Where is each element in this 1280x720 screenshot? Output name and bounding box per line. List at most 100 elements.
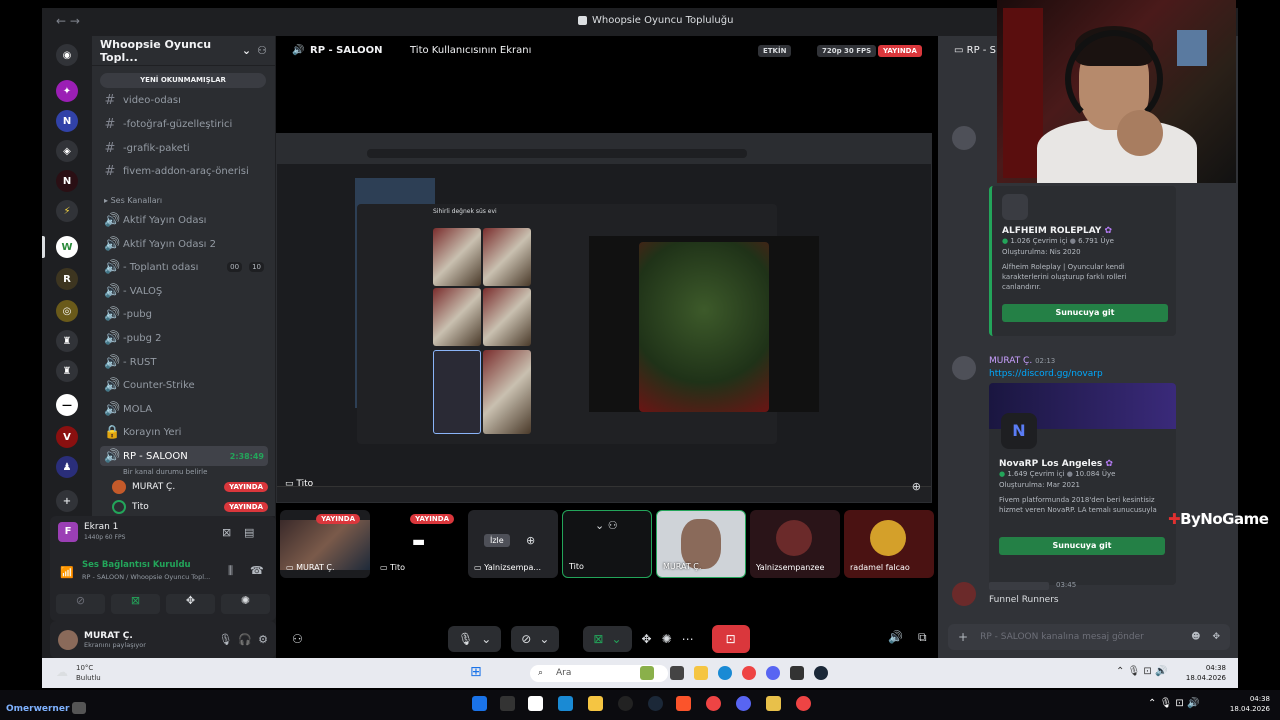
- chrome-icon[interactable]: [706, 696, 721, 711]
- gear-icon[interactable]: ⚙: [258, 633, 268, 646]
- server-icon[interactable]: R: [56, 268, 78, 290]
- server-icon[interactable]: ♜: [56, 360, 78, 382]
- channel-text[interactable]: # fivem-addon-araç-önerisi: [100, 161, 268, 181]
- taskbar-app-icon[interactable]: [640, 666, 654, 680]
- watch-button[interactable]: İzle: [484, 534, 510, 547]
- stop-share-icon[interactable]: ⊠: [222, 526, 231, 539]
- participant-tile[interactable]: radamel falcao: [844, 510, 934, 578]
- invite-icon[interactable]: ⚇: [292, 632, 303, 646]
- windows-start-icon[interactable]: [472, 696, 487, 711]
- system-tray-icons[interactable]: ⌃ 🎙 ⊡ 🔊: [1116, 666, 1167, 677]
- server-icon-whoopsie[interactable]: W: [56, 236, 78, 258]
- discord-home-icon[interactable]: ◉: [56, 44, 78, 66]
- avatar[interactable]: [952, 582, 976, 606]
- windows-start-icon[interactable]: ⊞: [470, 664, 482, 680]
- add-attachment-icon[interactable]: +: [958, 630, 968, 644]
- mic-icon[interactable]: 🎙: [218, 633, 232, 646]
- soundboard-icon[interactable]: ✺: [221, 594, 270, 614]
- taskbar-clock[interactable]: 04:38 18.04.2026: [1186, 663, 1226, 683]
- category-voice[interactable]: ▸ Ses Kanalları: [104, 196, 162, 205]
- camera-button[interactable]: ⊘ ⌄: [511, 626, 560, 652]
- system-tray-icons[interactable]: ⌃ 🎙 ⊡ 🔊: [1148, 698, 1199, 709]
- server-icon[interactable]: ◎: [56, 300, 78, 322]
- steam-icon[interactable]: [814, 666, 828, 680]
- zoom-icon[interactable]: ⊕: [912, 480, 921, 493]
- avatar[interactable]: [58, 629, 78, 650]
- channel-voice[interactable]: 🔊 Aktif Yayın Odası: [100, 210, 268, 230]
- headphones-icon[interactable]: 🎧: [238, 633, 252, 646]
- soundboard-icon[interactable]: ✺: [662, 632, 672, 646]
- channel-voice[interactable]: 🔊 MOLA: [100, 399, 268, 419]
- emoji-icon[interactable]: ☻: [1191, 632, 1200, 642]
- participant-tile[interactable]: YAYINDA ▬ ▭ Tito: [374, 510, 464, 578]
- channel-voice[interactable]: 🔊 - RUST: [100, 352, 268, 372]
- participant-tile[interactable]: ⌄ ⚇ Tito: [562, 510, 652, 578]
- connection-status[interactable]: Ses Bağlantısı Kuruldu: [82, 560, 191, 570]
- connection-location[interactable]: RP - SALOON / Whoopsie Oyuncu Topl...: [82, 573, 210, 581]
- server-icon[interactable]: —: [56, 394, 78, 416]
- channel-voice[interactable]: 🔊 - Toplantı odası 00 10: [100, 257, 268, 277]
- chrome-icon[interactable]: [742, 666, 756, 680]
- participant-tile[interactable]: MURAT Ç.: [656, 510, 746, 578]
- channel-voice[interactable]: 🔊 Counter-Strike: [100, 375, 268, 395]
- popout-icon[interactable]: ⧉: [918, 630, 927, 645]
- message-input[interactable]: + RP - SALOON kanalına mesaj gönder ☻ ✥: [948, 624, 1230, 650]
- channel-text[interactable]: # video-odası: [100, 90, 268, 110]
- channel-voice[interactable]: 🔊 Aktif Yayın Odası 2: [100, 234, 268, 254]
- share-screen-icon[interactable]: ⊠: [111, 594, 160, 614]
- chrome-icon[interactable]: [796, 696, 811, 711]
- server-icon[interactable]: ♜: [56, 330, 78, 352]
- channel-voice[interactable]: 🔊 -pubg: [100, 304, 268, 324]
- more-icon[interactable]: ⋯: [682, 632, 694, 646]
- taskbar-app-icon[interactable]: [500, 696, 515, 711]
- channel-text[interactable]: # -fotoğraf-güzelleştirici: [100, 114, 268, 134]
- share-screen-button[interactable]: ⊠ ⌄: [583, 626, 632, 652]
- back-forward-icon[interactable]: ← →: [56, 14, 80, 28]
- weather-icon[interactable]: ☁: [56, 665, 68, 679]
- channel-status[interactable]: Bir kanal durumu belirle: [123, 468, 207, 476]
- screen-share-video[interactable]: Sihirli değnek süs evi ▭ Tito ⊕: [276, 133, 932, 503]
- channel-voice[interactable]: 🔊 - VALOŞ: [100, 281, 268, 301]
- taskbar-app-icon[interactable]: [618, 696, 633, 711]
- voice-member[interactable]: Tito YAYINDA: [112, 498, 268, 516]
- edge-icon[interactable]: [718, 666, 732, 680]
- voice-member[interactable]: MURAT Ç. YAYINDA: [112, 478, 268, 496]
- add-server-icon[interactable]: +: [56, 490, 78, 512]
- steam-icon[interactable]: [648, 696, 663, 711]
- message-link[interactable]: https://discord.gg/novarp: [989, 369, 1103, 379]
- disconnect-button[interactable]: ⊡: [711, 625, 750, 653]
- disconnect-icon[interactable]: ☎: [250, 564, 264, 577]
- volume-icon[interactable]: 🔊: [888, 630, 903, 644]
- participant-tile[interactable]: İzle ⊕ ▭ Yalnizsempa...: [468, 510, 558, 578]
- server-icon[interactable]: V: [56, 426, 78, 448]
- camera-off-icon[interactable]: ⊘: [56, 594, 105, 614]
- channel-voice-locked[interactable]: 🔒 Korayın Yeri: [100, 422, 268, 442]
- server-icon[interactable]: N: [56, 110, 78, 132]
- apps-icon[interactable]: ✥: [1212, 632, 1220, 642]
- participant-tile[interactable]: YAYINDA ▭ MURAT Ç.: [280, 510, 370, 578]
- server-icon[interactable]: ⚡: [56, 200, 78, 222]
- unread-banner[interactable]: YENİ OKUNMAMIŞLAR: [100, 73, 266, 88]
- join-server-button[interactable]: Sunucuya git: [999, 537, 1165, 555]
- host-clock[interactable]: 04:38 18.04.2026: [1230, 694, 1270, 714]
- popout-icon[interactable]: ⊕: [526, 534, 535, 547]
- file-explorer-icon[interactable]: [694, 666, 708, 680]
- settings-icon[interactable]: ▤: [244, 526, 254, 539]
- message-author[interactable]: MURAT Ç. 02:13: [989, 356, 1055, 366]
- file-explorer-icon[interactable]: [588, 696, 603, 711]
- taskbar-app-icon[interactable]: [528, 696, 543, 711]
- server-icon[interactable]: ◈: [56, 140, 78, 162]
- server-icon[interactable]: ♟: [56, 456, 78, 478]
- taskbar-app-icon[interactable]: [670, 666, 684, 680]
- avatar[interactable]: [952, 126, 976, 150]
- server-icon[interactable]: N: [56, 170, 78, 192]
- brave-icon[interactable]: [676, 696, 691, 711]
- taskbar-app-icon[interactable]: [558, 696, 573, 711]
- channel-voice-active[interactable]: 🔊 RP - SALOON 2:38:49: [100, 446, 268, 466]
- taskbar-app-icon[interactable]: [766, 696, 781, 711]
- mic-button[interactable]: 🎙 ⌄: [448, 626, 502, 652]
- discord-icon[interactable]: [736, 696, 751, 711]
- join-server-button[interactable]: Sunucuya git: [1002, 304, 1168, 322]
- noise-icon[interactable]: ⫼: [228, 564, 233, 578]
- channel-text[interactable]: # -grafik-paketi: [100, 138, 268, 158]
